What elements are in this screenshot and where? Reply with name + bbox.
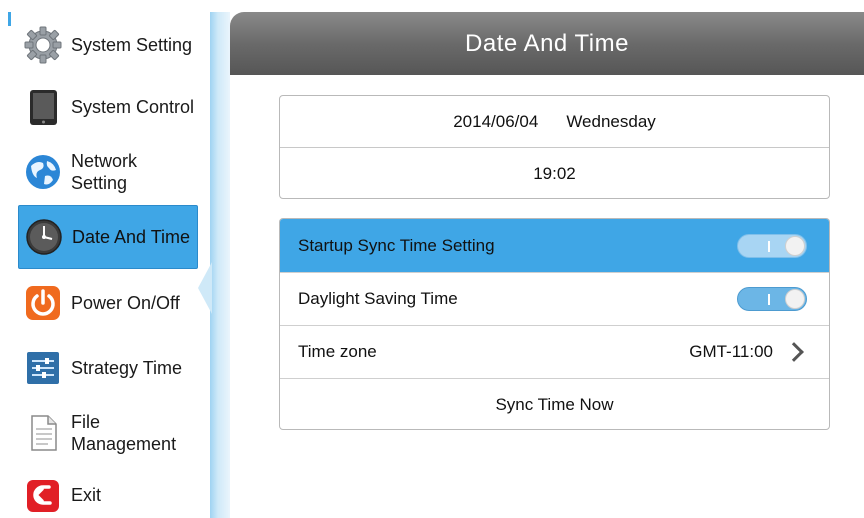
date-row[interactable]: 2014/06/04 Wednesday [280, 96, 829, 147]
time-zone-value: GMT-11:00 [689, 342, 773, 361]
sidebar-item-system-control[interactable]: System Control [18, 84, 198, 130]
sidebar-item-label-line2: Management [71, 434, 177, 454]
sidebar-divider-rail [210, 12, 230, 518]
datetime-card: 2014/06/04 Wednesday 19:02 [279, 95, 830, 199]
daylight-saving-toggle[interactable] [737, 287, 807, 311]
toggle-knob [785, 235, 805, 256]
sidebar-item-label: Strategy Time [71, 358, 183, 378]
sidebar-item-strategy-time[interactable]: Strategy Time [18, 345, 198, 391]
settings-card: Startup Sync Time Setting Daylight Savin… [279, 218, 830, 430]
sidebar-item-label: System Setting [71, 35, 193, 55]
power-icon [23, 283, 63, 323]
sidebar-item-label: System Control [71, 97, 195, 117]
sidebar-item-network-setting[interactable]: Network Setting [18, 149, 198, 195]
startup-sync-row[interactable]: Startup Sync Time Setting [280, 219, 829, 272]
sidebar-item-file-management[interactable]: File Management [18, 408, 198, 458]
startup-sync-toggle[interactable] [737, 233, 807, 258]
clock-icon [24, 217, 64, 257]
sidebar-item-label: Date And Time [72, 227, 191, 247]
page-title: Date And Time [465, 29, 629, 57]
sidebar: System Setting System Control Network Se… [0, 0, 210, 518]
time-zone-row[interactable]: Time zone GMT-11:00 [280, 325, 829, 378]
chevron-right-icon [784, 342, 804, 362]
time-value: 19:02 [533, 163, 576, 183]
toggle-on-mark [768, 240, 770, 252]
sidebar-item-system-setting[interactable]: System Setting [18, 22, 198, 68]
sliders-icon [23, 348, 63, 388]
sidebar-item-exit[interactable]: Exit [18, 472, 198, 518]
tablet-icon [23, 87, 63, 127]
globe-icon [23, 152, 63, 192]
time-row[interactable]: 19:02 [280, 147, 829, 198]
sidebar-item-label: File Management [71, 411, 176, 455]
daylight-saving-label: Daylight Saving Time [298, 289, 458, 308]
exit-icon [23, 475, 63, 515]
startup-sync-label: Startup Sync Time Setting [298, 235, 495, 255]
sync-time-now-label: Sync Time Now [495, 395, 614, 414]
sidebar-item-label: Exit [71, 485, 102, 505]
sync-time-now-button[interactable]: Sync Time Now [280, 378, 829, 429]
time-zone-label: Time zone [298, 342, 377, 361]
weekday-value: Wednesday [566, 111, 656, 131]
active-item-pointer [198, 262, 212, 314]
sidebar-corner-accent [8, 12, 11, 26]
sidebar-item-label: Power On/Off [71, 293, 180, 313]
gear-icon [23, 25, 63, 65]
document-icon [23, 413, 63, 453]
toggle-on-mark [768, 294, 770, 305]
date-value: 2014/06/04 [453, 111, 539, 131]
sidebar-item-label: Network Setting [71, 151, 138, 193]
header-bar: Date And Time [230, 12, 864, 75]
daylight-saving-row[interactable]: Daylight Saving Time [280, 272, 829, 325]
sidebar-item-power-on-off[interactable]: Power On/Off [18, 280, 198, 326]
toggle-knob [785, 289, 805, 309]
sidebar-item-date-and-time[interactable]: Date And Time [18, 205, 198, 269]
sidebar-item-label-line1: File [71, 412, 101, 432]
